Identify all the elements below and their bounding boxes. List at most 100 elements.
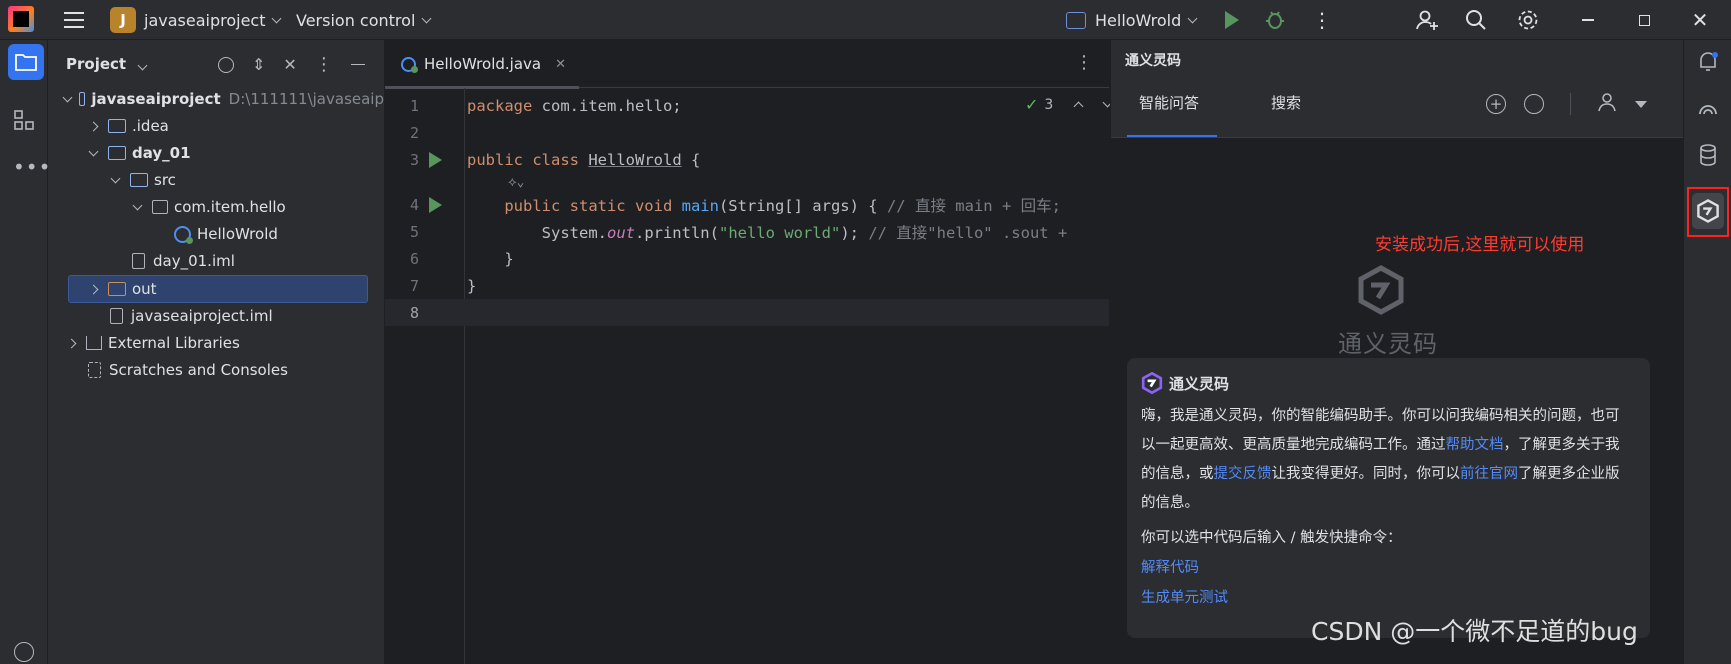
chevron-right-icon[interactable] (64, 338, 78, 348)
code-line[interactable]: 3 public class HelloWrold { (385, 146, 1109, 173)
generate-unit-test-command[interactable]: 生成单元测试 (1141, 586, 1228, 607)
chevron-down-icon[interactable] (108, 173, 122, 183)
debug-bug-icon (1266, 11, 1284, 29)
java-class-icon (401, 56, 418, 73)
tongyi-panel-title: 通义灵码 (1125, 53, 1181, 69)
tree-item-day01-iml[interactable]: day_01.iml (48, 247, 384, 275)
code-line[interactable]: 1 package com.item.hello; (385, 92, 1109, 119)
more-actions-icon[interactable]: ⋮ (1312, 0, 1332, 40)
tree-item-idea[interactable]: .idea (48, 112, 384, 140)
explain-code-command[interactable]: 解释代码 (1141, 556, 1199, 577)
folder-icon (108, 119, 126, 133)
tree-item-javaseaiproject[interactable]: javaseaiproject D:\111111\javaseaip (48, 85, 384, 113)
tree-item-project-iml[interactable]: javaseaiproject.iml (48, 302, 384, 330)
iml-file-icon (132, 253, 145, 269)
maximize-button[interactable] (1616, 0, 1672, 40)
structure-icon[interactable] (14, 110, 34, 134)
history-icon[interactable] (1524, 94, 1544, 114)
editor-gutter (385, 88, 465, 664)
minimize-button[interactable] (1560, 0, 1616, 40)
code-line[interactable]: 7 } (385, 272, 1109, 299)
expand-all-icon[interactable]: ⇕ (252, 55, 265, 74)
tongyi-lingma-panel: 通义灵码 智能问答 搜索 + 安装成功后,这里就可以使用 通义灵码 通义灵码 嗨… (1110, 40, 1684, 664)
tab-smart-qa[interactable]: 智能问答 (1139, 92, 1199, 113)
tree-item-package[interactable]: com.item.hello (48, 193, 384, 221)
tree-item-external-libraries[interactable]: External Libraries (48, 329, 384, 357)
project-panel-header[interactable]: Project (66, 55, 148, 73)
project-badge: J (110, 7, 136, 33)
chevron-right-icon[interactable] (86, 284, 100, 294)
close-window-button[interactable]: ✕ (1672, 0, 1728, 40)
options-icon[interactable]: ⋮ (315, 54, 333, 75)
project-panel: Project ⇕ ✕ ⋮ javaseaiproject D:\111111\… (48, 40, 385, 664)
services-icon[interactable] (14, 642, 34, 662)
chevron-down-icon[interactable] (62, 92, 73, 102)
caret-down-icon[interactable] (1635, 100, 1647, 108)
run-config-selector[interactable]: HelloWrold (1066, 0, 1198, 40)
locate-file-icon[interactable] (218, 56, 234, 73)
feedback-link[interactable]: 提交反馈 (1214, 466, 1272, 482)
package-icon (152, 200, 168, 214)
tree-item-day01[interactable]: day_01 (48, 139, 384, 167)
chevron-down-icon (1187, 13, 1198, 23)
tree-item-src[interactable]: src (48, 166, 384, 194)
tree-item-label: javaseaiproject (91, 90, 221, 108)
tongyi-small-logo-icon (1141, 372, 1163, 394)
chevron-down-icon[interactable] (130, 200, 144, 210)
code-line-current[interactable]: 8 (385, 299, 1109, 326)
collapse-all-icon[interactable]: ✕ (283, 55, 296, 74)
help-docs-link[interactable]: 帮助文档 (1446, 437, 1504, 453)
close-tab-icon[interactable]: ✕ (555, 57, 566, 72)
tab-actions-icon[interactable]: ⋮ (1075, 52, 1093, 73)
run-config-icon (1066, 11, 1086, 29)
add-user-icon[interactable] (1415, 0, 1439, 40)
version-control-label: Version control (296, 10, 416, 30)
user-icon[interactable] (1597, 92, 1617, 116)
run-gutter-icon[interactable] (429, 196, 442, 213)
notifications-bell-icon[interactable] (1696, 50, 1720, 74)
project-panel-title: Project (66, 55, 127, 73)
tree-item-label: day_01 (132, 144, 191, 162)
tree-item-hellowrold[interactable]: HelloWrold (48, 220, 384, 248)
java-class-icon (174, 225, 193, 244)
tongyi-toolbar: + (1486, 92, 1647, 116)
run-icon (1225, 11, 1239, 29)
highlight-annotation-box (1687, 187, 1729, 237)
chevron-down-icon (272, 13, 282, 23)
run-button[interactable] (1225, 0, 1239, 40)
chevron-down-icon[interactable] (86, 146, 100, 156)
tree-item-out[interactable]: out (68, 275, 368, 303)
tree-item-label: External Libraries (108, 334, 240, 352)
project-tool-button[interactable] (8, 44, 44, 80)
tongyi-inline-icon[interactable]: ⟡⌄ (508, 175, 524, 190)
code-line[interactable]: 6 } (385, 245, 1109, 272)
code-editor: HelloWrold.java ✕ ⋮ ✓ 3 1 package com.it… (385, 40, 1113, 664)
more-tools-icon[interactable]: ••• (13, 155, 51, 179)
hide-panel-icon[interactable] (350, 63, 365, 66)
ai-assistant-icon[interactable] (1696, 100, 1720, 124)
project-switcher[interactable]: J javaseaiproject (110, 0, 282, 40)
run-gutter-icon[interactable] (429, 151, 442, 168)
chevron-right-icon[interactable] (86, 121, 100, 131)
official-site-link[interactable]: 前往官网 (1460, 466, 1518, 482)
code-line[interactable]: 2 (385, 119, 1109, 146)
main-menu-icon[interactable] (64, 12, 84, 28)
shortcut-hint: 你可以选中代码后输入 / 触发快捷命令： (1141, 530, 1402, 546)
tree-item-label: HelloWrold (197, 225, 278, 243)
new-chat-icon[interactable]: + (1486, 94, 1506, 114)
settings-gear-icon[interactable] (1516, 0, 1540, 40)
left-tool-strip: ••• (0, 40, 51, 664)
csdn-watermark: CSDN @一个微不足道的bug (1311, 617, 1638, 646)
chevron-down-icon (137, 60, 148, 71)
search-icon[interactable] (1465, 0, 1487, 40)
code-line[interactable]: 5 System.out.println("hello world"); // … (385, 218, 1109, 245)
tab-hellowrold-java[interactable]: HelloWrold.java ✕ (385, 40, 579, 89)
intellij-logo-icon (8, 6, 34, 32)
version-control-menu[interactable]: Version control (296, 0, 432, 40)
code-line[interactable]: 4 public static void main(String[] args)… (385, 191, 1109, 218)
tab-label: HelloWrold.java (424, 55, 542, 73)
debug-button[interactable] (1264, 0, 1286, 40)
tab-search[interactable]: 搜索 (1271, 92, 1301, 113)
database-icon[interactable] (1696, 143, 1720, 167)
tree-item-scratches[interactable]: Scratches and Consoles (48, 356, 384, 384)
